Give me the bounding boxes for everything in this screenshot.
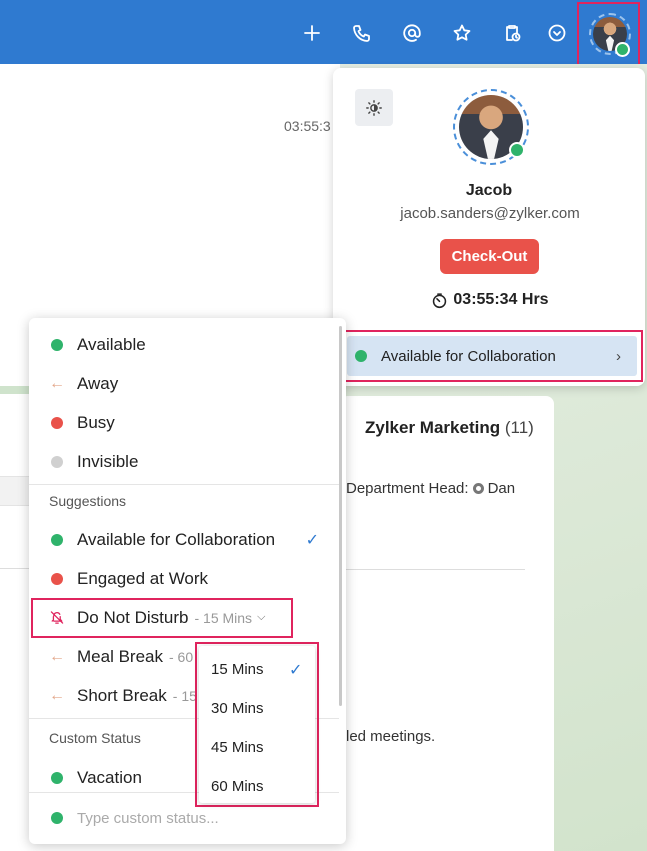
status-item-label: Short Break — [77, 685, 167, 705]
status-dot — [51, 416, 63, 429]
status-dot — [355, 350, 367, 362]
timer-value: 03:55:34 Hrs — [453, 291, 549, 308]
group-member-count: (11) — [504, 418, 534, 437]
status-item-do-not-disturb[interactable]: Do Not Disturb - 15 Mins ⌵ — [29, 598, 339, 637]
checkmark-icon: ✓ — [289, 662, 303, 679]
status-dot — [51, 533, 63, 546]
status-item-label: Invisible — [77, 451, 139, 471]
mention-icon[interactable] — [401, 22, 423, 44]
check-out-button[interactable]: Check-Out — [440, 239, 539, 274]
stopwatch-icon — [433, 292, 447, 308]
status-item-label: Available — [77, 334, 146, 354]
plus-icon[interactable] — [301, 22, 323, 44]
group-title: Zylker Marketing (11) — [365, 418, 534, 438]
status-dot — [51, 338, 63, 351]
custom-status-placeholder: Type custom status... — [77, 809, 219, 827]
arrow-left-icon: ← — [49, 647, 65, 665]
duration-option-15[interactable]: 15 Mins — [211, 661, 264, 678]
meal-break-duration: - 60 — [168, 648, 194, 665]
status-dot — [51, 812, 63, 824]
group-name: Zylker Marketing — [365, 418, 501, 437]
arrow-left-icon: ← — [49, 686, 65, 704]
custom-status-heading: Custom Status — [49, 730, 141, 746]
status-item-label: Available for Collaboration — [77, 529, 276, 549]
message-timestamp: 03:55:3 — [284, 118, 331, 134]
status-item-available[interactable]: Available — [29, 325, 339, 364]
star-icon[interactable] — [451, 22, 473, 44]
bell-off-icon — [50, 611, 64, 624]
checkmark-icon: ✓ — [305, 531, 319, 549]
duration-option-60[interactable]: 60 Mins — [211, 778, 264, 795]
current-status-button[interactable]: Available for Collaboration › — [347, 336, 637, 376]
current-status-label: Available for Collaboration — [381, 347, 556, 365]
divider — [340, 569, 525, 570]
top-bar — [0, 0, 647, 66]
status-item-label: Meal Break — [77, 646, 163, 666]
duration-option-30[interactable]: 30 Mins — [211, 700, 264, 717]
clipboard-clock-icon[interactable] — [501, 22, 523, 44]
profile-email: jacob.sanders@zylker.com — [400, 205, 580, 222]
work-timer: 03:55:34 Hrs — [333, 291, 647, 309]
status-item-label: Engaged at Work — [77, 568, 209, 588]
phone-icon[interactable] — [351, 22, 373, 44]
duration-menu-highlight: 15 Mins ✓ 30 Mins 45 Mins 60 Mins — [195, 642, 319, 807]
chevron-down-circle-icon[interactable] — [546, 22, 568, 44]
status-dot — [51, 455, 63, 468]
dnd-duration: - 15 Mins — [194, 609, 253, 626]
meetings-text: led meetings. — [346, 728, 436, 745]
duration-option-45[interactable]: 45 Mins — [211, 739, 264, 756]
status-item-label: Vacation — [77, 767, 142, 787]
status-item-available-for-collaboration[interactable]: Available for Collaboration ✓ — [29, 520, 339, 559]
avatar-highlight — [577, 2, 640, 66]
status-item-busy[interactable]: Busy — [29, 403, 339, 442]
online-status-dot — [615, 42, 630, 57]
chevron-right-icon: › — [616, 347, 621, 365]
suggestions-heading: Suggestions — [49, 493, 127, 509]
duration-menu: 15 Mins ✓ 30 Mins 45 Mins 60 Mins — [199, 646, 315, 803]
status-item-label: Away — [77, 373, 119, 393]
department-head-name[interactable]: Dan — [488, 480, 516, 497]
status-item-invisible[interactable]: Invisible — [29, 442, 339, 481]
status-item-label: Do Not Disturb — [77, 607, 189, 627]
status-dot — [51, 572, 63, 585]
status-item-engaged-at-work[interactable]: Engaged at Work — [29, 559, 339, 598]
status-item-away[interactable]: ← Away — [29, 364, 339, 403]
status-dot — [51, 771, 63, 784]
arrow-left-icon: ← — [49, 374, 65, 392]
department-head-label: Department Head: — [346, 480, 469, 497]
theme-toggle-button[interactable] — [355, 89, 393, 126]
short-break-duration: - 15 — [172, 687, 197, 704]
scrollbar[interactable] — [339, 326, 342, 706]
status-ring-icon — [472, 483, 484, 494]
profile-online-dot — [509, 142, 525, 158]
department-head: Department Head: Dan — [346, 480, 515, 497]
divider — [29, 484, 339, 485]
brightness-icon — [366, 99, 382, 116]
chevron-down-icon[interactable]: ⌵ — [257, 611, 265, 624]
profile-name: Jacob — [465, 182, 513, 199]
group-info-card — [340, 396, 554, 851]
current-status-highlight: Available for Collaboration › — [341, 330, 643, 382]
status-item-label: Busy — [77, 412, 115, 432]
